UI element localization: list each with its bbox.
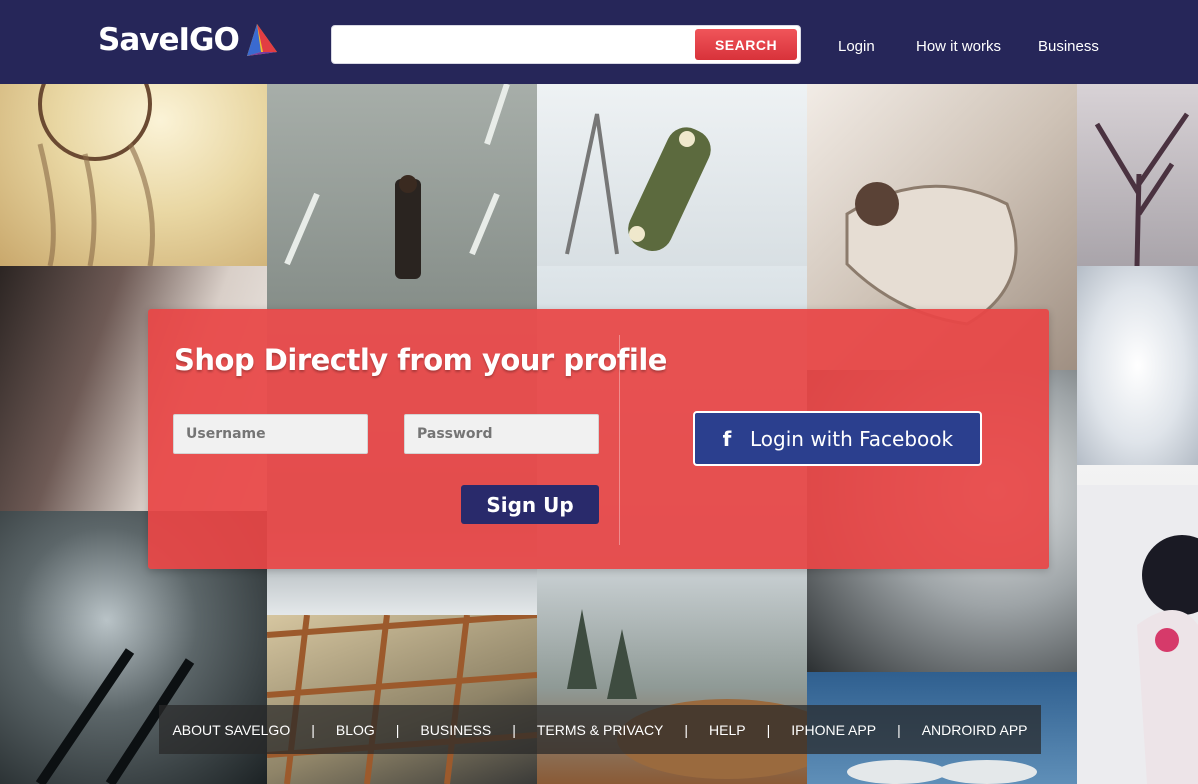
scaffold-illustration	[267, 615, 537, 784]
search-bar: SEARCH	[331, 25, 801, 64]
footer-link-about[interactable]: ABOUT SAVELGO	[172, 722, 290, 738]
photo-scaffold	[267, 615, 537, 784]
footer-link-blog[interactable]: BLOG	[336, 722, 375, 738]
logo-triangle-icon	[246, 24, 277, 56]
footer-link-android-app[interactable]: ANDROIRD APP	[922, 722, 1028, 738]
sign-up-button[interactable]: Sign Up	[461, 485, 599, 524]
photo-skateboard	[537, 84, 807, 266]
footer-separator: |	[311, 721, 315, 738]
footer-separator: |	[395, 721, 400, 738]
footer-link-help[interactable]: HELP	[709, 722, 746, 738]
photo-dreamcatcher	[0, 84, 267, 266]
search-button[interactable]: SEARCH	[695, 29, 797, 60]
username-field[interactable]	[173, 414, 368, 454]
logo-text: SaveIGO	[98, 22, 240, 58]
panel-divider	[619, 335, 620, 545]
footer-link-iphone-app[interactable]: IPHONE APP	[791, 722, 876, 738]
nav-login-link[interactable]: Login	[838, 38, 875, 55]
nav-business-link[interactable]: Business	[1038, 38, 1099, 55]
footer-link-terms-privacy[interactable]: TERMS & PRIVACY	[537, 722, 664, 738]
login-with-facebook-button[interactable]: f Login with Facebook	[693, 411, 982, 466]
password-field[interactable]	[404, 414, 599, 454]
photo-road-walker	[267, 84, 537, 310]
road-illustration	[284, 84, 510, 279]
footer-link-business[interactable]: BUSINESS	[420, 722, 491, 738]
tree-illustration	[1094, 112, 1190, 266]
savelgo-logo[interactable]: SaveIGO	[98, 20, 279, 60]
photo-artistic-woman	[1077, 465, 1198, 784]
skateboard-illustration	[565, 113, 711, 255]
footer-bar: ABOUT SAVELGO | BLOG | BUSINESS | TERMS …	[159, 705, 1041, 754]
facebook-button-label: Login with Facebook	[750, 426, 954, 451]
search-input[interactable]	[340, 32, 690, 58]
nav-how-it-works-link[interactable]: How it works	[916, 38, 1001, 55]
footer-separator: |	[766, 721, 771, 738]
photo-white-feathers	[1077, 266, 1198, 465]
photo-tree-fog	[1077, 84, 1198, 266]
signup-panel: Shop Directly from your profile Sign Up …	[148, 309, 1049, 569]
top-header: SaveIGO SEARCH Login How it works Busine…	[0, 0, 1198, 84]
facebook-icon: f	[722, 426, 732, 451]
dreamcatcher-illustration	[37, 84, 155, 266]
footer-separator: |	[897, 721, 901, 738]
artistic-woman-illustration	[1077, 485, 1198, 784]
panel-headline: Shop Directly from your profile	[174, 343, 667, 377]
footer-separator: |	[512, 721, 516, 738]
footer-separator: |	[684, 721, 689, 738]
